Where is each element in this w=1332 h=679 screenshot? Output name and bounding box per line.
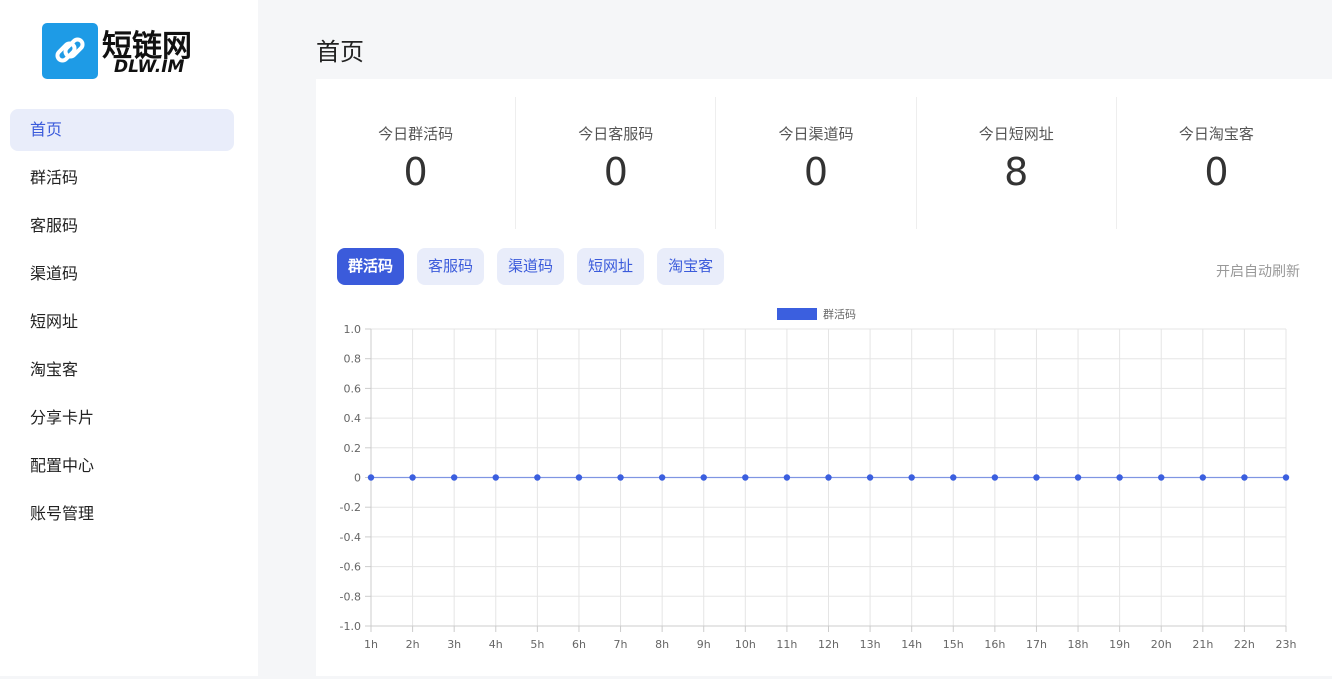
x-tick-label: 23h [1276,638,1297,651]
series-point [1116,474,1123,481]
dashboard-card: 今日群活码 0 今日客服码 0 今日渠道码 0 今日短网址 8 今日淘宝客 0 群活码 客服码 渠道码… [316,79,1332,676]
series-point [1074,474,1082,481]
series-point [1241,474,1248,481]
stat-value: 8 [1004,150,1029,194]
stat-card: 今日短网址 8 [917,97,1117,229]
line-chart: 群活码1.00.80.60.40.20-0.2-0.4-0.6-0.8-1.01… [340,307,1297,651]
chart-tab[interactable]: 渠道码 [497,248,565,285]
y-tick-label: 1.0 [344,323,362,336]
x-tick-label: 10h [735,638,756,651]
series-point [1033,474,1040,481]
x-tick-label: 12h [818,638,839,651]
x-tick-label: 21h [1192,638,1213,651]
y-tick-label: -0.2 [340,501,361,514]
series-point [367,474,375,481]
sidebar-item[interactable]: 分享卡片 [10,397,234,439]
stat-card: 今日淘宝客 0 [1117,97,1316,229]
x-tick-label: 8h [655,638,669,651]
stats-row: 今日群活码 0 今日客服码 0 今日渠道码 0 今日短网址 8 今日淘宝客 0 [316,97,1316,229]
x-tick-label: 13h [860,638,881,651]
stat-card: 今日渠道码 0 [716,97,917,229]
x-tick-label: 16h [984,638,1005,651]
x-tick-label: 1h [364,638,378,651]
series-point [534,474,541,481]
sidebar-item[interactable]: 首页 [10,109,234,151]
series-point [866,474,874,481]
x-tick-label: 15h [943,638,964,651]
series-point [450,474,458,481]
stat-label: 今日群活码 [378,125,454,143]
x-tick-label: 22h [1234,638,1255,651]
sidebar-nav: 首页群活码客服码渠道码短网址淘宝客分享卡片配置中心账号管理 [10,109,234,541]
stat-card: 今日客服码 0 [516,97,717,229]
series-point [492,474,499,481]
sidebar-item[interactable]: 群活码 [10,157,234,199]
stat-card: 今日群活码 0 [316,97,517,229]
series-point [658,474,666,481]
series-point [1282,474,1290,481]
x-tick-label: 4h [489,638,503,651]
series-point [700,474,707,481]
sidebar-item[interactable]: 淘宝客 [10,349,234,391]
sidebar-item[interactable]: 账号管理 [10,493,234,535]
stat-label: 今日渠道码 [778,125,854,143]
legend-swatch [777,308,817,320]
sidebar-item[interactable]: 短网址 [10,301,234,343]
x-tick-label: 11h [776,638,797,651]
x-tick-label: 14h [901,638,922,651]
x-tick-label: 18h [1068,638,1089,651]
logo-subtitle: DLW.IM [114,57,185,77]
series-point [575,474,583,481]
series-point [409,474,416,481]
y-tick-label: -0.8 [340,590,361,603]
y-tick-label: -0.6 [340,561,361,574]
series-point [742,474,749,481]
x-tick-label: 7h [614,638,628,651]
page-title: 首页 [316,38,364,66]
y-tick-label: 0.2 [344,442,362,455]
stat-label: 今日短网址 [978,125,1054,143]
series-point [991,474,999,481]
x-tick-label: 19h [1109,638,1130,651]
x-tick-label: 5h [530,638,544,651]
chart-tab[interactable]: 群活码 [337,248,405,285]
y-tick-label: -1.0 [340,620,361,633]
series-point [825,474,832,481]
series-point [1158,474,1165,481]
chart-tab[interactable]: 客服码 [417,248,485,285]
legend-label: 群活码 [823,307,856,321]
chart-tabs: 群活码 客服码 渠道码 短网址 淘宝客 [337,248,737,285]
series-point [950,474,957,481]
auto-refresh-toggle[interactable]: 开启自动刷新 [1216,261,1300,281]
stat-label: 今日淘宝客 [1178,125,1254,143]
x-tick-label: 17h [1026,638,1047,651]
chart-tab[interactable]: 淘宝客 [657,248,725,285]
y-tick-label: 0 [354,472,361,485]
chart-tab[interactable]: 短网址 [577,248,645,285]
series-point [908,474,915,481]
x-tick-label: 2h [406,638,420,651]
sidebar-item[interactable]: 配置中心 [10,445,234,487]
sidebar-item[interactable]: 渠道码 [10,253,234,295]
sidebar: 短链网 DLW.IM 首页群活码客服码渠道码短网址淘宝客分享卡片配置中心账号管理 [0,0,258,676]
stat-value: 0 [403,150,428,194]
link-icon [42,23,98,79]
y-tick-label: 0.6 [344,382,362,395]
y-tick-label: 0.4 [344,412,362,425]
x-tick-label: 3h [447,638,461,651]
y-tick-label: -0.4 [340,531,361,544]
series-point [1199,474,1207,481]
stat-label: 今日客服码 [578,125,654,143]
x-tick-label: 6h [572,638,586,651]
y-tick-label: 0.8 [344,353,362,366]
series-point [617,474,624,481]
sidebar-item[interactable]: 客服码 [10,205,234,247]
stat-value: 0 [1204,150,1229,194]
x-tick-label: 9h [697,638,711,651]
series-point [783,474,791,481]
x-tick-label: 20h [1151,638,1172,651]
stat-value: 0 [603,150,628,194]
logo[interactable]: 短链网 DLW.IM [42,23,202,81]
stat-value: 0 [803,150,829,194]
